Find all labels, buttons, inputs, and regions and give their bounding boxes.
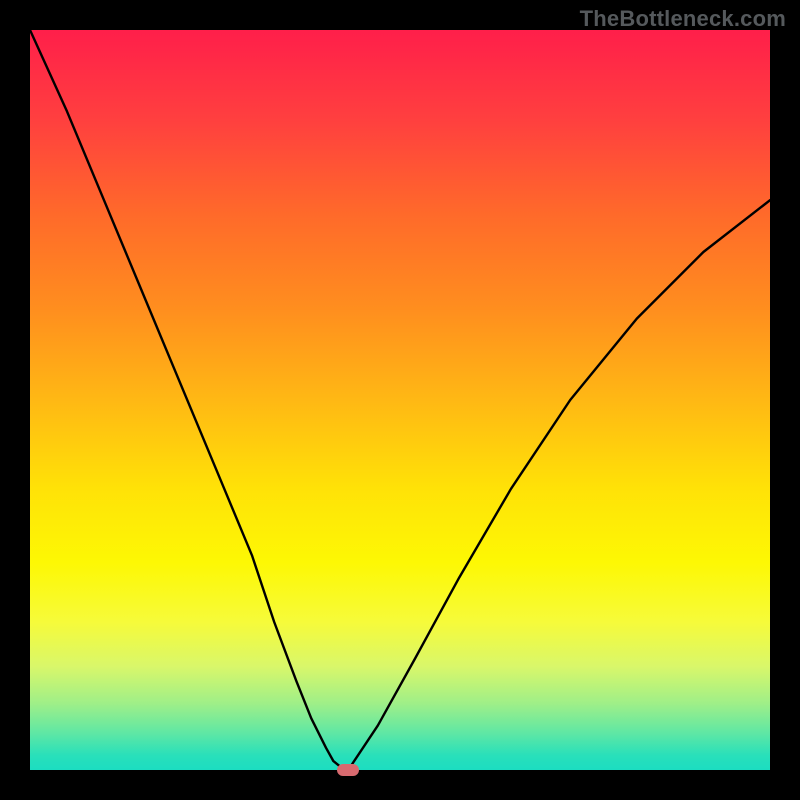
- watermark-text: TheBottleneck.com: [580, 6, 786, 32]
- curve-layer: [30, 30, 770, 770]
- chart-frame: TheBottleneck.com: [0, 0, 800, 800]
- plot-area: [30, 30, 770, 770]
- min-marker: [337, 764, 359, 776]
- bottleneck-curve: [30, 30, 770, 770]
